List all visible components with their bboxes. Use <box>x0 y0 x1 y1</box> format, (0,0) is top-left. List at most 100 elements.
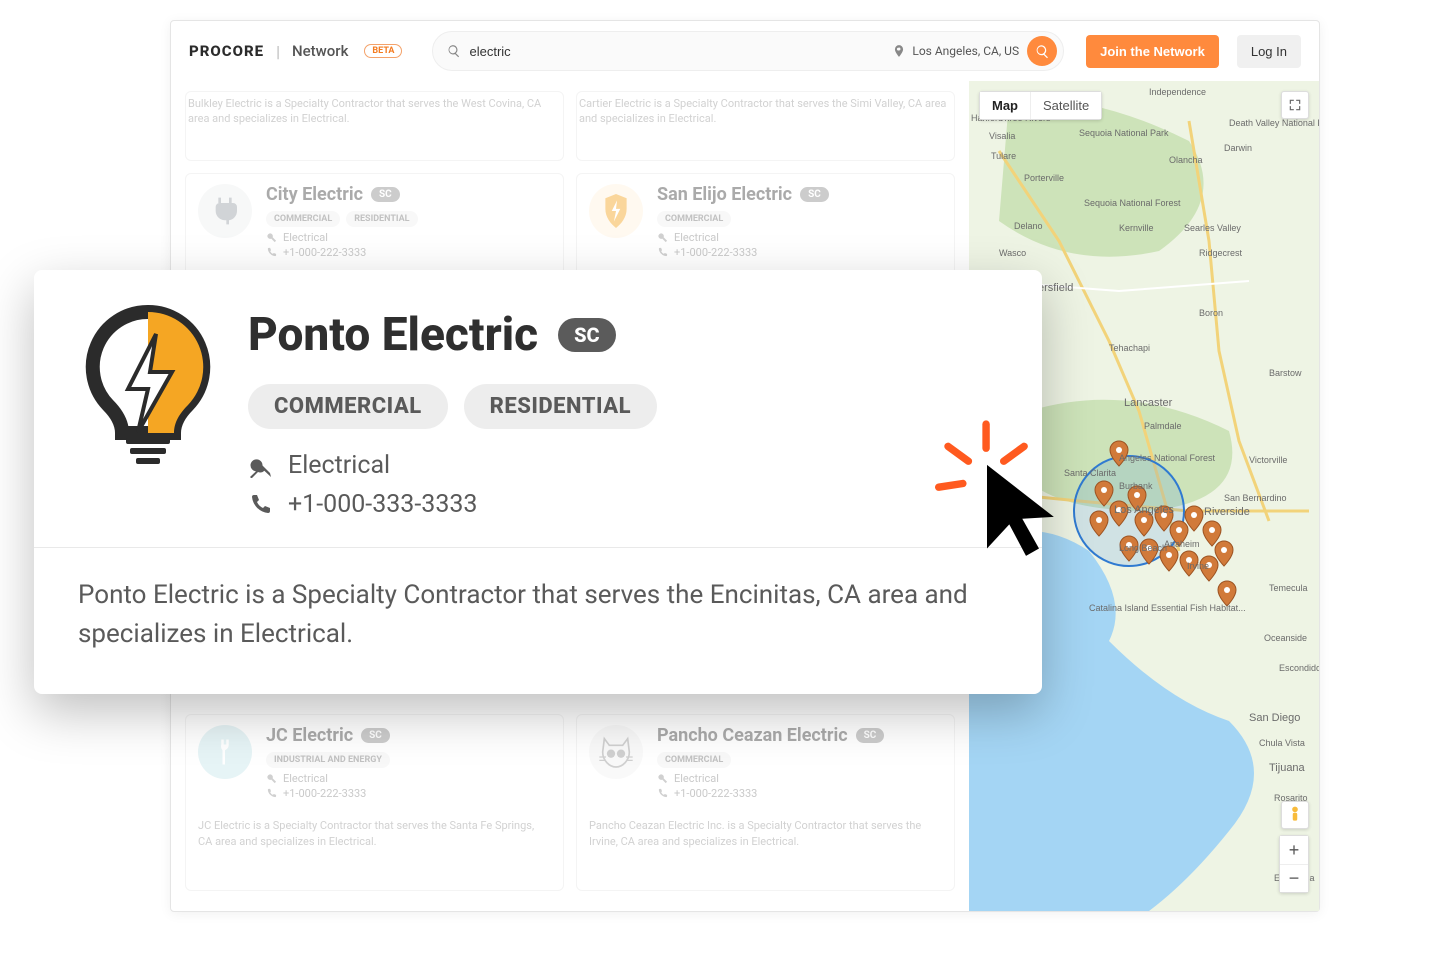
location-box[interactable]: Los Angeles, CA, US <box>892 44 1027 58</box>
result-description: Cartier Electric is a Specialty Contract… <box>579 96 952 127</box>
map-label: Los Angeles <box>1114 504 1174 516</box>
wrench-icon <box>248 454 272 478</box>
trade-label: Electrical <box>674 231 719 244</box>
map-label: Escondido <box>1279 663 1319 673</box>
trade-label: Electrical <box>288 451 390 480</box>
tag: COMMERCIAL <box>266 211 340 227</box>
map-label: Victorville <box>1249 455 1287 465</box>
map-label: Tijuana <box>1269 762 1306 774</box>
map-label: Santa Clarita <box>1064 468 1116 478</box>
map-label: Tehachapi <box>1109 343 1150 353</box>
bolt-shield-icon <box>603 194 629 228</box>
phone-label: +1-000-222-3333 <box>674 787 757 800</box>
header: PROCORE | Network BETA Los Angeles, CA, … <box>171 21 1319 81</box>
cat-icon <box>596 732 636 772</box>
map-zoom-in-button[interactable]: + <box>1280 836 1308 864</box>
map-label: Olancha <box>1169 155 1203 165</box>
map-label: Independence <box>1149 87 1206 97</box>
search-go-button[interactable] <box>1027 36 1057 66</box>
map-label: Catalina Island Essential Fish Habitat..… <box>1089 603 1246 613</box>
result-description: Pancho Ceazan Electric Inc. is a Special… <box>589 810 942 849</box>
company-name: City Electric <box>266 184 363 205</box>
tag: COMMERCIAL <box>657 752 731 768</box>
company-logo <box>78 304 218 474</box>
tag: COMMERCIAL <box>657 211 731 227</box>
map-type-toggle: Map Satellite <box>979 91 1102 120</box>
company-logo <box>589 184 643 238</box>
tag: COMMERCIAL <box>248 384 448 429</box>
map-label: Irvine <box>1187 561 1209 571</box>
search-icon <box>447 44 461 58</box>
map-fullscreen-button[interactable] <box>1281 91 1309 119</box>
company-name: Pancho Ceazan Electric <box>657 725 848 746</box>
location-pin-icon <box>892 44 906 58</box>
map-label: Kernville <box>1119 223 1154 233</box>
result-card[interactable]: Bulkley Electric is a Specialty Contract… <box>185 91 564 161</box>
result-card[interactable]: Cartier Electric is a Specialty Contract… <box>576 91 955 161</box>
company-name: JC Electric <box>266 725 353 746</box>
company-description: Ponto Electric is a Specialty Contractor… <box>34 548 1042 694</box>
map-label: Riverside <box>1204 506 1250 518</box>
map-label: Oceanside <box>1264 633 1307 643</box>
wrench-icon <box>266 232 277 243</box>
map-label: Tulare <box>991 151 1016 161</box>
map-label: Temecula <box>1269 583 1308 593</box>
tag: RESIDENTIAL <box>346 211 417 227</box>
search-bar: Los Angeles, CA, US <box>432 31 1064 71</box>
location-text: Los Angeles, CA, US <box>912 44 1019 58</box>
join-network-button[interactable]: Join the Network <box>1086 35 1219 68</box>
result-card[interactable]: Pancho Ceazan Electric SC COMMERCIAL Ele… <box>576 714 955 891</box>
company-name: San Elijo Electric <box>657 184 792 205</box>
result-card[interactable]: JC Electric SC INDUSTRIAL AND ENERGY Ele… <box>185 714 564 891</box>
phone-icon <box>266 788 277 799</box>
logo-separator: | <box>276 42 280 61</box>
phone-label: +1-000-222-3333 <box>674 246 757 259</box>
result-popover: Ponto Electric SC COMMERCIAL RESIDENTIAL… <box>34 270 1042 694</box>
map-label: Palmdale <box>1144 421 1182 431</box>
fullscreen-icon <box>1288 98 1302 112</box>
map-label: Delano <box>1014 221 1043 231</box>
map-label: Chula Vista <box>1259 738 1305 748</box>
search-input[interactable] <box>461 38 892 65</box>
plug-icon <box>210 737 240 767</box>
map-label: Searles Valley <box>1184 223 1241 233</box>
sc-badge: SC <box>361 728 390 743</box>
sc-badge: SC <box>558 318 616 352</box>
pegman-icon <box>1288 806 1302 824</box>
tag: RESIDENTIAL <box>464 384 657 429</box>
phone-label: +1-000-222-3333 <box>283 246 366 259</box>
phone-icon <box>248 493 272 517</box>
map-type-map-button[interactable]: Map <box>980 92 1030 119</box>
phone-label: +1-000-222-3333 <box>283 787 366 800</box>
map-label: Long Beach <box>1119 543 1167 553</box>
map-label: Porterville <box>1024 173 1064 183</box>
plug-icon <box>209 195 241 227</box>
company-logo <box>589 725 643 779</box>
company-name: Ponto Electric <box>248 308 538 362</box>
trade-label: Electrical <box>283 772 328 785</box>
map-type-satellite-button[interactable]: Satellite <box>1030 92 1101 119</box>
trade-label: Electrical <box>283 231 328 244</box>
map-pegman-button[interactable] <box>1281 801 1309 829</box>
map-label: Barstow <box>1269 368 1302 378</box>
map-label: Boron <box>1199 308 1223 318</box>
wrench-icon <box>266 773 277 784</box>
phone-icon <box>657 247 668 258</box>
logo-text: PROCORE <box>189 42 264 60</box>
trade-label: Electrical <box>674 772 719 785</box>
map-label: Ridgecrest <box>1199 248 1243 258</box>
result-description: JC Electric is a Specialty Contractor th… <box>198 810 551 849</box>
phone-icon <box>266 247 277 258</box>
wrench-icon <box>657 232 668 243</box>
map-label: Sequoia National Forest <box>1084 198 1181 208</box>
company-logo <box>198 184 252 238</box>
map-label: Visalia <box>989 131 1015 141</box>
map-zoom-out-button[interactable]: − <box>1280 864 1308 892</box>
map-label: San Diego <box>1249 712 1300 724</box>
map-zoom-controls: + − <box>1279 835 1309 893</box>
login-button[interactable]: Log In <box>1237 35 1301 68</box>
map-label: Lancaster <box>1124 397 1173 409</box>
search-icon <box>1035 44 1050 59</box>
map-label: Anaheim <box>1164 539 1200 549</box>
map-label: San Bernardino <box>1224 493 1287 503</box>
